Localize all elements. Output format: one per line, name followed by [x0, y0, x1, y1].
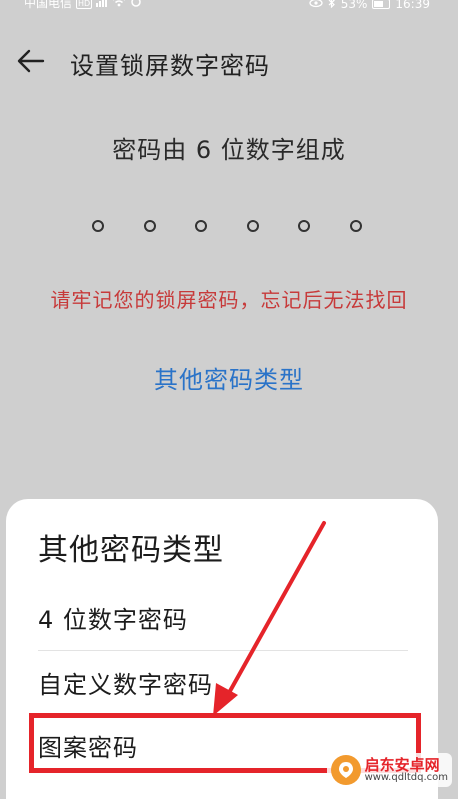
warning-text: 请牢记您的锁屏密码，忘记后无法找回: [50, 288, 408, 312]
option-custom-numeric-pin[interactable]: 自定义数字密码: [38, 657, 408, 713]
signal-icon: [96, 0, 108, 9]
bluetooth-icon: [328, 0, 336, 10]
page-title: 设置锁屏数字密码: [70, 52, 270, 80]
notification-icon: [130, 0, 142, 9]
back-button[interactable]: [14, 44, 48, 78]
status-left: 中国电信 HD: [24, 0, 142, 9]
watermark-text: 启东安卓网 www.qdltdq.com: [364, 755, 448, 783]
pin-dot: [246, 220, 259, 232]
pin-dot: [92, 220, 104, 232]
divider: [38, 650, 408, 651]
pin-dots[interactable]: [92, 220, 362, 240]
eye-icon: [309, 0, 323, 10]
battery-icon: [372, 0, 391, 9]
pin-dot: [349, 220, 362, 232]
status-right: 53% 16:39: [309, 0, 430, 10]
carrier-name: 中国电信: [24, 0, 73, 10]
battery-fill: [374, 0, 383, 7]
sheet-title: 其他密码类型: [38, 533, 224, 568]
pin-dot: [143, 220, 156, 232]
header: 设置锁屏数字密码: [0, 38, 458, 82]
pin-description: 密码由 6 位数字组成: [112, 136, 346, 164]
watermark-logo-icon: [330, 755, 361, 785]
hd-badge: HD: [76, 0, 93, 9]
wifi-icon: [112, 0, 126, 9]
pin-dot: [195, 220, 208, 232]
watermark: 启东安卓网 www.qdltdq.com: [326, 753, 452, 787]
option-4-digit-pin[interactable]: 4 位数字密码: [38, 592, 408, 648]
status-time: 16:39: [395, 0, 430, 11]
divider: [38, 714, 408, 715]
status-bar: 中国电信 HD 53% 16:39: [0, 0, 458, 14]
watermark-url: www.qdltdq.com: [364, 771, 448, 783]
other-password-types-link[interactable]: 其他密码类型: [0, 360, 458, 395]
pin-dot: [298, 220, 311, 232]
back-arrow-icon: [17, 49, 45, 73]
battery-percent: 53%: [340, 0, 368, 11]
watermark-name: 启东安卓网: [364, 755, 440, 774]
